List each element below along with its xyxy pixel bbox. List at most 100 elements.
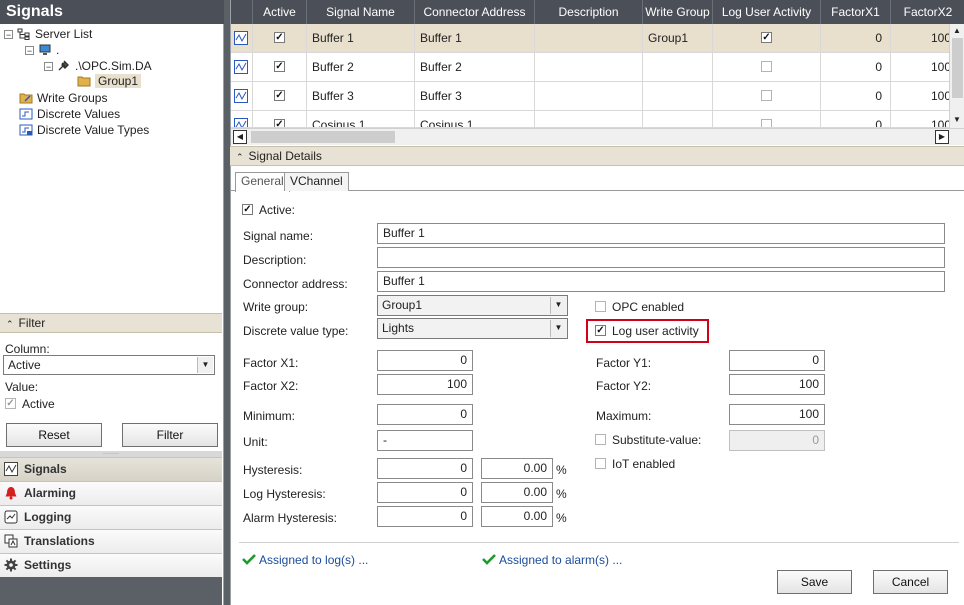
- write-group-select[interactable]: Group1 ▼: [377, 295, 568, 316]
- scrollbar-thumb[interactable]: [251, 131, 395, 143]
- tree-node-computer[interactable]: −.: [25, 42, 59, 58]
- column-header[interactable]: Description: [535, 0, 643, 24]
- signal-name-input[interactable]: Buffer 1: [377, 223, 945, 244]
- collapse-icon[interactable]: −: [25, 46, 34, 56]
- minimum-input[interactable]: 0: [377, 404, 473, 425]
- column-header[interactable]: FactorX1: [821, 0, 891, 24]
- filter-column-select[interactable]: Active ▼: [3, 355, 215, 375]
- nav-alarming[interactable]: Alarming: [0, 481, 222, 505]
- tree-node-server-list[interactable]: − Server List: [4, 26, 92, 42]
- factor-x1-input[interactable]: 0: [377, 350, 473, 371]
- signal-name-cell[interactable]: Buffer 3: [307, 82, 415, 110]
- filter-button[interactable]: Filter: [122, 423, 218, 447]
- factor-x1-cell[interactable]: 0: [821, 53, 891, 81]
- substitute-value-input[interactable]: 0: [729, 430, 825, 451]
- row-active-checkbox[interactable]: ✓: [274, 90, 285, 101]
- description-cell[interactable]: [535, 53, 643, 81]
- factor-x1-cell[interactable]: 0: [821, 82, 891, 110]
- table-row[interactable]: ✓ Cosinus 1 Cosinus 1 0 100: [231, 111, 964, 128]
- alarm-hysteresis-percent-input[interactable]: 0.00: [481, 506, 553, 527]
- nav-signals[interactable]: Signals: [0, 457, 222, 481]
- nav-translations[interactable]: Translations: [0, 529, 222, 553]
- dropdown-arrow-icon[interactable]: ▼: [550, 297, 566, 314]
- hysteresis-input[interactable]: 0: [377, 458, 473, 479]
- row-log-user-activity-checkbox[interactable]: [761, 61, 772, 72]
- alarm-hysteresis-input[interactable]: 0: [377, 506, 473, 527]
- column-header[interactable]: Signal Name: [307, 0, 415, 24]
- log-hysteresis-input[interactable]: 0: [377, 482, 473, 503]
- active-checkbox[interactable]: ✓: [242, 204, 253, 215]
- description-cell[interactable]: [535, 82, 643, 110]
- collapse-chevron-icon[interactable]: ⌃: [236, 152, 244, 162]
- tree-node-write-groups[interactable]: Write Groups: [19, 90, 107, 106]
- tab-general[interactable]: General: [235, 172, 290, 192]
- write-group-cell[interactable]: Group1: [643, 24, 713, 52]
- table-row[interactable]: ✓ Buffer 1 Buffer 1 Group1 ✓ 0 100: [231, 24, 964, 53]
- connector-address-cell[interactable]: Buffer 1: [415, 24, 535, 52]
- row-active-checkbox[interactable]: ✓: [274, 61, 285, 72]
- log-user-activity-checkbox[interactable]: ✓: [595, 325, 606, 336]
- save-button[interactable]: Save: [777, 570, 852, 594]
- opc-enabled-checkbox[interactable]: [595, 301, 606, 312]
- nav-logging[interactable]: Logging: [0, 505, 222, 529]
- write-group-cell[interactable]: [643, 53, 713, 81]
- column-header[interactable]: Write Group: [643, 0, 713, 24]
- maximum-input[interactable]: 100: [729, 404, 825, 425]
- log-hysteresis-percent-input[interactable]: 0.00: [481, 482, 553, 503]
- cancel-button[interactable]: Cancel: [873, 570, 948, 594]
- connector-address-input[interactable]: Buffer 1: [377, 271, 945, 292]
- dropdown-arrow-icon[interactable]: ▼: [197, 357, 213, 373]
- signal-name-cell[interactable]: Cosinus 1: [307, 111, 415, 127]
- scroll-down-icon[interactable]: ▼: [953, 116, 961, 124]
- nav-settings[interactable]: Settings: [0, 553, 222, 577]
- reset-button[interactable]: Reset: [6, 423, 102, 447]
- factor-y2-input[interactable]: 100: [729, 374, 825, 395]
- row-log-user-activity-checkbox[interactable]: [761, 90, 772, 101]
- tab-vchannel[interactable]: VChannel: [284, 172, 349, 191]
- grid-horizontal-scrollbar[interactable]: ◀ ▶: [231, 128, 964, 145]
- row-log-user-activity-checkbox[interactable]: ✓: [761, 32, 772, 43]
- scrollbar-thumb[interactable]: [952, 38, 963, 98]
- signal-name-cell[interactable]: Buffer 2: [307, 53, 415, 81]
- row-active-checkbox[interactable]: ✓: [274, 32, 285, 43]
- factor-x1-cell[interactable]: 0: [821, 111, 891, 127]
- scroll-left-icon[interactable]: ◀: [233, 130, 247, 144]
- connector-address-cell[interactable]: Buffer 2: [415, 53, 535, 81]
- factor-x1-cell[interactable]: 0: [821, 24, 891, 52]
- filter-header[interactable]: ⌃ Filter: [0, 313, 222, 333]
- row-log-user-activity-checkbox[interactable]: [761, 119, 772, 127]
- collapse-icon[interactable]: −: [4, 30, 13, 40]
- description-input[interactable]: [377, 247, 945, 268]
- discrete-value-type-select[interactable]: Lights ▼: [377, 318, 568, 339]
- dropdown-arrow-icon[interactable]: ▼: [550, 320, 566, 337]
- unit-input[interactable]: -: [377, 430, 473, 451]
- signal-name-cell[interactable]: Buffer 1: [307, 24, 415, 52]
- connector-address-cell[interactable]: Cosinus 1: [415, 111, 535, 127]
- filter-value-checkbox[interactable]: ✓: [5, 398, 16, 409]
- hysteresis-percent-input[interactable]: 0.00: [481, 458, 553, 479]
- description-cell[interactable]: [535, 111, 643, 127]
- scroll-right-icon[interactable]: ▶: [935, 130, 949, 144]
- tree-node-discrete-values[interactable]: Discrete Values: [19, 106, 120, 122]
- collapse-chevron-icon[interactable]: ⌃: [6, 319, 14, 329]
- write-group-cell[interactable]: [643, 111, 713, 127]
- table-row[interactable]: ✓ Buffer 3 Buffer 3 0 100: [231, 82, 964, 111]
- column-header[interactable]: FactorX2: [891, 0, 964, 24]
- factor-x2-input[interactable]: 100: [377, 374, 473, 395]
- column-header[interactable]: Active: [253, 0, 307, 24]
- assigned-to-logs-link[interactable]: Assigned to log(s) ...: [259, 553, 368, 567]
- column-header[interactable]: Log User Activity: [713, 0, 821, 24]
- table-row[interactable]: ✓ Buffer 2 Buffer 2 0 100: [231, 53, 964, 82]
- collapse-icon[interactable]: −: [44, 62, 53, 72]
- substitute-value-checkbox[interactable]: [595, 434, 606, 445]
- tree-node-opc-server[interactable]: − .\OPC.Sim.DA: [44, 58, 152, 74]
- assigned-to-alarms-link[interactable]: Assigned to alarm(s) ...: [499, 553, 622, 567]
- row-active-checkbox[interactable]: ✓: [274, 119, 285, 127]
- write-group-cell[interactable]: [643, 82, 713, 110]
- iot-enabled-checkbox[interactable]: [595, 458, 606, 469]
- tree-node-group[interactable]: Group1: [77, 73, 142, 89]
- grid-vertical-scrollbar[interactable]: ▲ ▼: [949, 24, 964, 128]
- tree-node-discrete-value-types[interactable]: Discrete Value Types: [19, 122, 149, 138]
- connector-address-cell[interactable]: Buffer 3: [415, 82, 535, 110]
- description-cell[interactable]: [535, 24, 643, 52]
